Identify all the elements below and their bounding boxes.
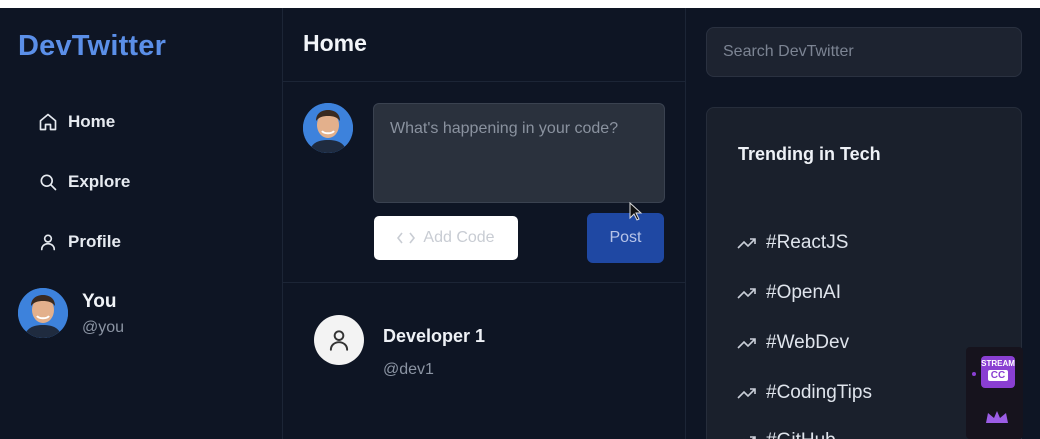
mouse-cursor-icon [629,202,643,221]
trend-item[interactable]: #ReactJS [737,232,848,254]
sidebar-item-explore[interactable]: Explore [38,172,130,192]
trend-label: #GitHub [766,430,836,439]
trend-item[interactable]: #OpenAI [737,282,841,304]
trend-label: #ReactJS [766,232,849,253]
sidebar-item-label: Home [68,112,116,131]
trending-up-icon [743,436,756,439]
avatar [303,103,353,153]
post-handle: @dev1 [383,361,434,378]
badge-text: STREAM [981,359,1015,368]
avatar [18,288,68,338]
trend-label: #CodingTips [766,382,872,403]
current-user[interactable]: You @you [18,288,124,338]
trending-up-icon [737,238,756,249]
avatar [314,315,364,365]
code-icon [397,232,416,244]
stream-overlay-widget: STREAM CC [966,347,1023,439]
main-feed: Home Add Code Post [283,8,686,439]
compose-textarea[interactable] [373,103,665,203]
crown-icon [986,411,1008,423]
post-author: Developer 1 [383,326,486,346]
trend-item[interactable]: #WebDev [737,332,849,354]
post-button[interactable]: Post [587,213,664,263]
sidebar-item-label: Profile [68,232,121,251]
trending-up-icon [737,338,756,349]
status-dot [972,372,976,376]
post-card[interactable]: Developer 1 @dev1 [283,284,685,439]
trending-up-icon [737,288,756,299]
sidebar: DevTwitter Home Explore Profile You @you [0,8,283,439]
top-border [0,0,1040,8]
trending-up-icon [737,388,756,399]
add-code-button[interactable]: Add Code [374,216,518,260]
user-icon [40,234,56,251]
page-title: Home [283,8,685,82]
user-handle: @you [82,319,125,336]
badge-cc: CC [987,370,1009,381]
user-placeholder-icon [329,330,349,351]
sidebar-item-profile[interactable]: Profile [38,232,121,252]
trend-item[interactable]: #CodingTips [737,382,872,404]
home-icon [39,113,57,131]
user-name: You [82,291,117,312]
tweet-composer: Add Code Post [283,83,685,283]
trend-item[interactable]: #GitHub [737,430,836,439]
sidebar-item-home[interactable]: Home [38,112,115,132]
sidebar-item-label: Explore [68,172,131,191]
trend-label: #WebDev [766,332,850,353]
stream-badge: STREAM CC [981,356,1015,388]
search-icon [40,174,57,191]
app-container: DevTwitter Home Explore Profile You @you… [0,8,1040,439]
add-code-label: Add Code [423,229,495,246]
trend-label: #OpenAI [766,282,841,303]
search-input[interactable] [706,27,1022,77]
trending-title: Trending in Tech [738,144,881,164]
brand-logo[interactable]: DevTwitter [18,30,166,63]
